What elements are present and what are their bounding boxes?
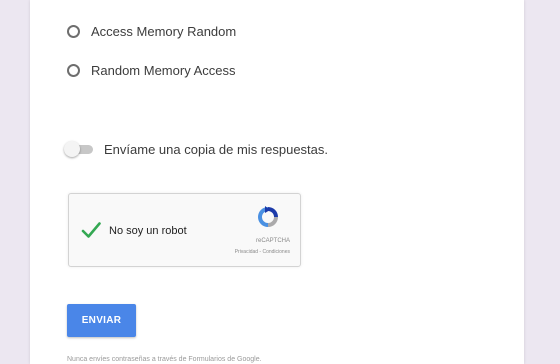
recaptcha-widget: No soy un robot reCAPTCHA Privacidad - C…	[68, 193, 301, 267]
send-copy-toggle[interactable]	[64, 141, 94, 157]
recaptcha-brand: reCAPTCHA	[255, 238, 290, 244]
option-label: Random Memory Access	[91, 63, 236, 78]
recaptcha-label: No soy un robot	[109, 225, 187, 237]
radio-button[interactable]	[67, 64, 80, 77]
recaptcha-logo-icon	[258, 206, 278, 227]
submit-button[interactable]: ENVIAR	[67, 304, 136, 337]
radio-button[interactable]	[67, 25, 80, 38]
recaptcha-terms-link[interactable]: Privacidad - Condiciones	[235, 249, 290, 255]
toggle-knob	[64, 141, 80, 157]
password-warning: Nunca envíes contraseñas a través de For…	[67, 356, 262, 363]
option-access-memory-random[interactable]: Access Memory Random	[67, 24, 236, 39]
option-label: Access Memory Random	[91, 24, 237, 39]
send-copy-label: Envíame una copia de mis respuestas.	[104, 141, 329, 157]
send-copy-row: Envíame una copia de mis respuestas.	[64, 141, 328, 157]
form-card: Access Memory Random Random Memory Acces…	[30, 0, 524, 364]
checkmark-icon[interactable]	[81, 220, 101, 240]
option-random-memory-access[interactable]: Random Memory Access	[67, 63, 236, 78]
